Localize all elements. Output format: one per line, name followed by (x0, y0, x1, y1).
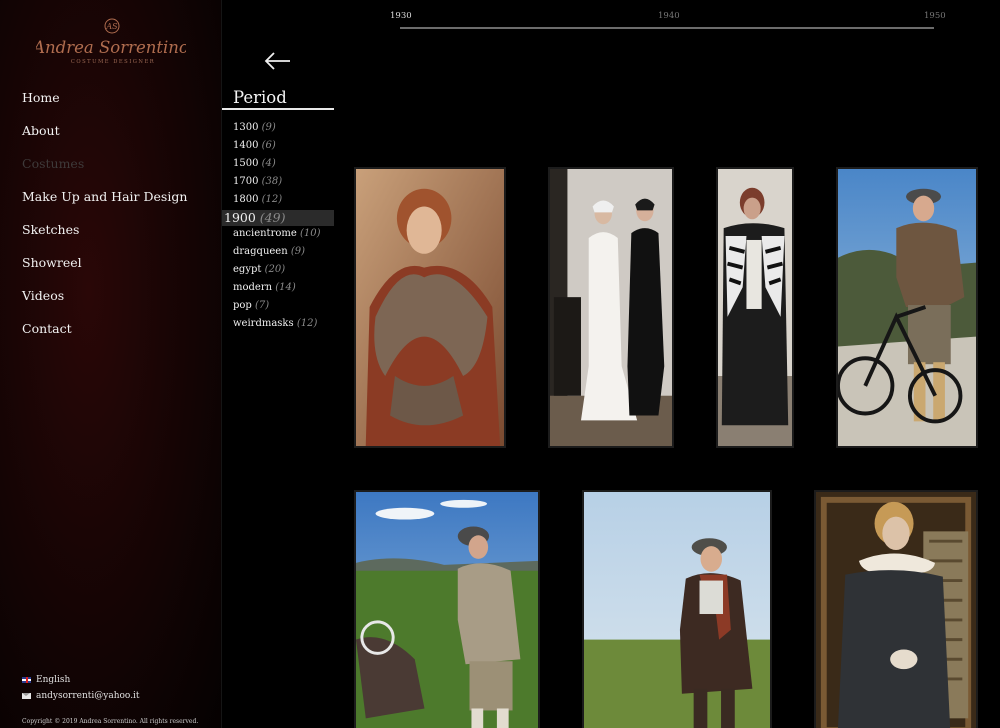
nav-showreel[interactable]: Showreel (22, 255, 187, 288)
period-heading: Period (233, 88, 287, 107)
period-item-1500[interactable]: 1500 (4) (222, 156, 334, 174)
site-logo[interactable]: AS Andrea Sorrentino COSTUME DESIGNER (36, 16, 186, 68)
period-label: egypt (233, 264, 262, 275)
period-count: (14) (275, 282, 296, 293)
woman-in-fur-collar-photo[interactable] (814, 490, 978, 728)
nav-makeup-hair[interactable]: Make Up and Hair Design (22, 189, 187, 222)
period-count: (12) (261, 194, 283, 205)
nav-contact[interactable]: Contact (22, 321, 187, 354)
period-label: 1700 (233, 176, 259, 187)
period-list: 1300 (9) 1400 (6) 1500 (4) 1700 (38) 180… (222, 120, 334, 334)
period-item-1400[interactable]: 1400 (6) (222, 138, 334, 156)
svg-text:COSTUME DESIGNER: COSTUME DESIGNER (71, 59, 155, 65)
period-label: 1400 (233, 140, 259, 151)
period-count: (4) (261, 158, 276, 169)
period-item-ancientrome[interactable]: ancientrome (10) (222, 226, 334, 244)
email-address: andysorrenti@yahoo.it (36, 691, 140, 701)
period-count: (7) (255, 300, 270, 311)
period-item-modern[interactable]: modern (14) (222, 280, 334, 298)
period-count: (49) (259, 210, 286, 225)
language-label: English (36, 675, 71, 685)
svg-text:Andrea Sorrentino: Andrea Sorrentino (36, 38, 186, 57)
nav-costumes[interactable]: Costumes (22, 156, 187, 189)
email-link[interactable]: andysorrenti@yahoo.it (22, 691, 140, 701)
envelope-icon (22, 693, 31, 699)
period-item-1900[interactable]: 1900 (49) (222, 210, 334, 226)
period-item-weirdmasks[interactable]: weirdmasks (12) (222, 316, 334, 334)
uk-flag-icon (22, 677, 31, 683)
copyright-text: Copyright © 2019 Andrea Sorrentino. All … (22, 718, 199, 725)
sidebar: AS Andrea Sorrentino COSTUME DESIGNER Ho… (0, 0, 222, 728)
period-item-egypt[interactable]: egypt (20) (222, 262, 334, 280)
period-label: 1900 (224, 210, 256, 225)
timeline-track[interactable] (400, 27, 934, 29)
period-count: (9) (261, 122, 276, 133)
period-label: 1300 (233, 122, 259, 133)
timeline-label-1940[interactable]: 1940 (658, 11, 680, 21)
period-label: weirdmasks (233, 318, 294, 329)
nav-sketches[interactable]: Sketches (22, 222, 187, 255)
woman-in-fur-coat-photo[interactable] (354, 167, 506, 448)
boy-on-hillside-photo[interactable] (354, 490, 540, 728)
main-nav: Home About Costumes Make Up and Hair Des… (22, 90, 187, 354)
period-label: dragqueen (233, 246, 288, 257)
period-divider (222, 108, 334, 110)
period-count: (20) (264, 264, 286, 275)
timeline-label-1950[interactable]: 1950 (924, 11, 946, 21)
period-item-pop[interactable]: pop (7) (222, 298, 334, 316)
period-label: 1800 (233, 194, 259, 205)
timeline-label-1930[interactable]: 1930 (390, 11, 412, 21)
period-label: ancientrome (233, 228, 297, 239)
svg-text:AS: AS (105, 22, 118, 31)
man-in-zebra-coat-photo[interactable] (716, 167, 794, 448)
period-label: modern (233, 282, 273, 293)
period-item-1300[interactable]: 1300 (9) (222, 120, 334, 138)
period-count: (10) (299, 228, 321, 239)
period-label: pop (233, 300, 252, 311)
language-switcher[interactable]: English (22, 675, 70, 685)
period-count: (38) (261, 176, 283, 187)
period-count: (9) (290, 246, 306, 257)
period-count: (12) (296, 318, 318, 329)
period-item-1700[interactable]: 1700 (38) (222, 174, 334, 192)
man-with-bicycle-photo[interactable] (836, 167, 978, 448)
period-count: (6) (261, 140, 276, 151)
two-women-in-evening-gowns-photo[interactable] (548, 167, 674, 448)
back-arrow-icon[interactable] (263, 50, 293, 72)
nav-home[interactable]: Home (22, 90, 187, 123)
nav-videos[interactable]: Videos (22, 288, 187, 321)
period-item-1800[interactable]: 1800 (12) (222, 192, 334, 210)
nav-about[interactable]: About (22, 123, 187, 156)
boy-with-scarf-photo[interactable] (582, 490, 772, 728)
period-item-dragqueen[interactable]: dragqueen (9) (222, 244, 334, 262)
period-label: 1500 (233, 158, 259, 169)
